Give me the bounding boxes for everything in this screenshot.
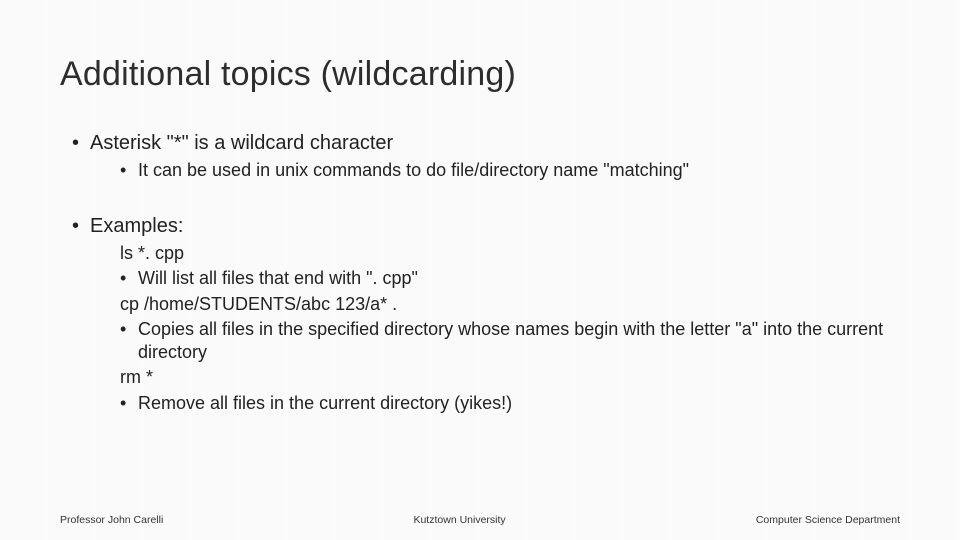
footer-author: Professor John Carelli <box>60 514 163 526</box>
slide-title: Additional topics (wildcarding) <box>60 55 900 94</box>
example-rm-desc: Remove all files in the current director… <box>138 392 900 415</box>
example-ls-desc: Will list all files that end with ". cpp… <box>138 267 900 290</box>
slide-footer: Professor John Carelli Kutztown Universi… <box>0 514 960 526</box>
footer-university: Kutztown University <box>413 514 505 526</box>
bullet-asterisk: Asterisk "*" is a wildcard character <box>90 132 900 155</box>
bullet-examples: Examples: <box>90 215 900 238</box>
example-rm: rm * <box>120 366 900 389</box>
footer-department: Computer Science Department <box>756 514 900 526</box>
example-ls: ls *. cpp <box>120 242 900 265</box>
example-cp-desc: Copies all files in the specified direct… <box>138 318 900 363</box>
bullet-asterisk-desc: It can be used in unix commands to do fi… <box>138 159 900 182</box>
example-cp: cp /home/STUDENTS/abc 123/a* . <box>120 293 900 316</box>
